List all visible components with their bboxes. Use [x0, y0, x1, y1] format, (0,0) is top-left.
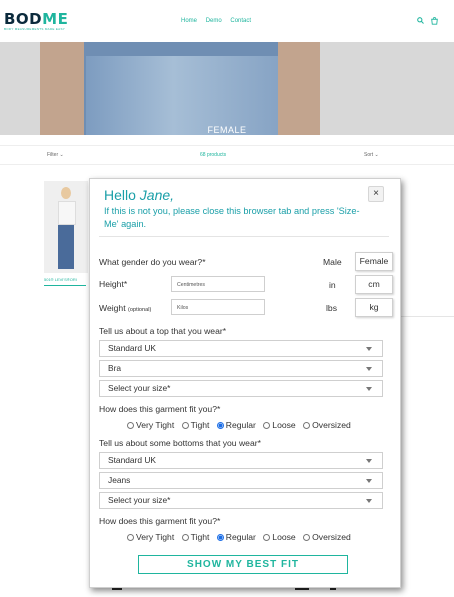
identity-notice: If this is not you, please close this br…: [104, 206, 360, 229]
radio-icon: [181, 422, 189, 429]
chevron-down-icon: [366, 479, 372, 483]
store-logo[interactable]: BODME: [4, 10, 68, 28]
page-divider: [398, 316, 454, 317]
chevron-down-icon: [366, 367, 372, 371]
top-garment-type-select[interactable]: Bra: [99, 360, 383, 377]
chevron-down-icon: [366, 459, 372, 463]
product-underline: [44, 285, 86, 286]
close-button[interactable]: ×: [368, 186, 384, 202]
top-size-select[interactable]: Select your size*: [99, 380, 383, 397]
product-image[interactable]: [44, 181, 88, 273]
height-input[interactable]: Centimetres: [171, 276, 265, 292]
radio-icon: [127, 534, 134, 541]
bottom-fit-loose[interactable]: Loose: [263, 532, 296, 542]
hero-waistband: [84, 42, 278, 56]
bottom-fit-very-tight[interactable]: Very Tight: [127, 532, 174, 542]
top-garment-label: Tell us about a top that you wear*: [99, 326, 227, 336]
filter-bar: Filter ⌄ 68 products Sort ⌄: [0, 145, 454, 165]
product-title[interactable]: 501® LEVI'S®ORI: [44, 277, 77, 282]
weight-input[interactable]: Kilos: [171, 299, 265, 315]
greeting: Hello Jane,: [104, 187, 175, 203]
bottom-fit-label: How does this garment fit you?*: [99, 516, 221, 526]
height-unit-in[interactable]: in: [329, 280, 336, 290]
bottom-size-select[interactable]: Select your size*: [99, 492, 383, 509]
top-fit-loose[interactable]: Loose: [263, 420, 296, 430]
divider: [99, 236, 389, 237]
top-fit-oversized[interactable]: Oversized: [303, 420, 351, 430]
bottom-garment-label: Tell us about some bottoms that you wear…: [99, 438, 261, 448]
chevron-down-icon: [366, 347, 372, 351]
bottom-fit-oversized[interactable]: Oversized: [303, 532, 351, 542]
top-fit-radio-group: Very Tight Tight Regular Loose Oversized: [127, 420, 356, 430]
show-best-fit-button[interactable]: SHOW MY BEST FIT: [138, 555, 348, 574]
top-fit-label: How does this garment fit you?*: [99, 404, 221, 414]
gender-label: What gender do you wear?*: [99, 257, 206, 267]
size-me-modal: × Hello Jane, If this is not you, please…: [89, 178, 401, 588]
weight-optional-hint: (optional): [127, 307, 152, 313]
radio-icon: [263, 422, 271, 429]
top-fit-regular[interactable]: Regular: [216, 420, 256, 430]
bottom-fit-radio-group: Very Tight Tight Regular Loose Oversized: [127, 532, 356, 542]
search-icon[interactable]: [417, 17, 424, 24]
weight-label: Weight (optional): [99, 303, 152, 313]
bottom-fit-tight[interactable]: Tight: [181, 532, 209, 542]
height-label: Height*: [99, 279, 128, 289]
weight-unit-kg-button[interactable]: kg: [355, 298, 393, 317]
logo-tagline: BODY MEASUREMENTS MADE EASY: [4, 27, 66, 31]
model-jeans: [58, 225, 74, 269]
user-name: Jane,: [139, 187, 175, 203]
store-header: BODME BODY MEASUREMENTS MADE EASY Home D…: [0, 0, 454, 42]
hero-arm-left: [40, 42, 84, 135]
nav-home[interactable]: Home: [181, 18, 197, 24]
bottom-fit-regular[interactable]: Regular: [216, 532, 256, 542]
filter-dropdown[interactable]: Filter ⌄: [47, 152, 64, 158]
radio-selected-icon: [216, 534, 224, 541]
chevron-down-icon: [366, 499, 372, 503]
hero-banner: FEMALE: [0, 42, 454, 135]
bottom-garment-type-select[interactable]: Jeans: [99, 472, 383, 489]
height-unit-cm-button[interactable]: cm: [355, 275, 393, 294]
model-top: [58, 201, 76, 225]
gender-female-button[interactable]: Female: [355, 252, 393, 271]
sort-dropdown[interactable]: Sort ⌄: [364, 152, 379, 158]
top-fit-tight[interactable]: Tight: [181, 420, 209, 430]
radio-icon: [263, 534, 271, 541]
top-fit-very-tight[interactable]: Very Tight: [127, 420, 174, 430]
main-nav: Home Demo Contact: [181, 18, 258, 24]
bottom-size-system-select[interactable]: Standard UK: [99, 452, 383, 469]
hero-title: FEMALE: [207, 125, 247, 135]
radio-selected-icon: [216, 422, 224, 429]
top-size-system-select[interactable]: Standard UK: [99, 340, 383, 357]
radio-icon: [303, 534, 311, 541]
radio-icon: [181, 534, 189, 541]
weight-unit-lbs[interactable]: lbs: [326, 303, 337, 313]
radio-icon: [127, 422, 134, 429]
gender-male-option[interactable]: Male: [323, 257, 342, 267]
cart-icon[interactable]: [431, 17, 438, 25]
hero-arm-right: [278, 42, 320, 135]
chevron-down-icon: [366, 387, 372, 391]
nav-contact[interactable]: Contact: [230, 18, 251, 24]
nav-demo[interactable]: Demo: [206, 18, 222, 24]
model-head: [61, 187, 71, 199]
product-count: 68 products: [200, 152, 227, 158]
radio-icon: [303, 422, 311, 429]
